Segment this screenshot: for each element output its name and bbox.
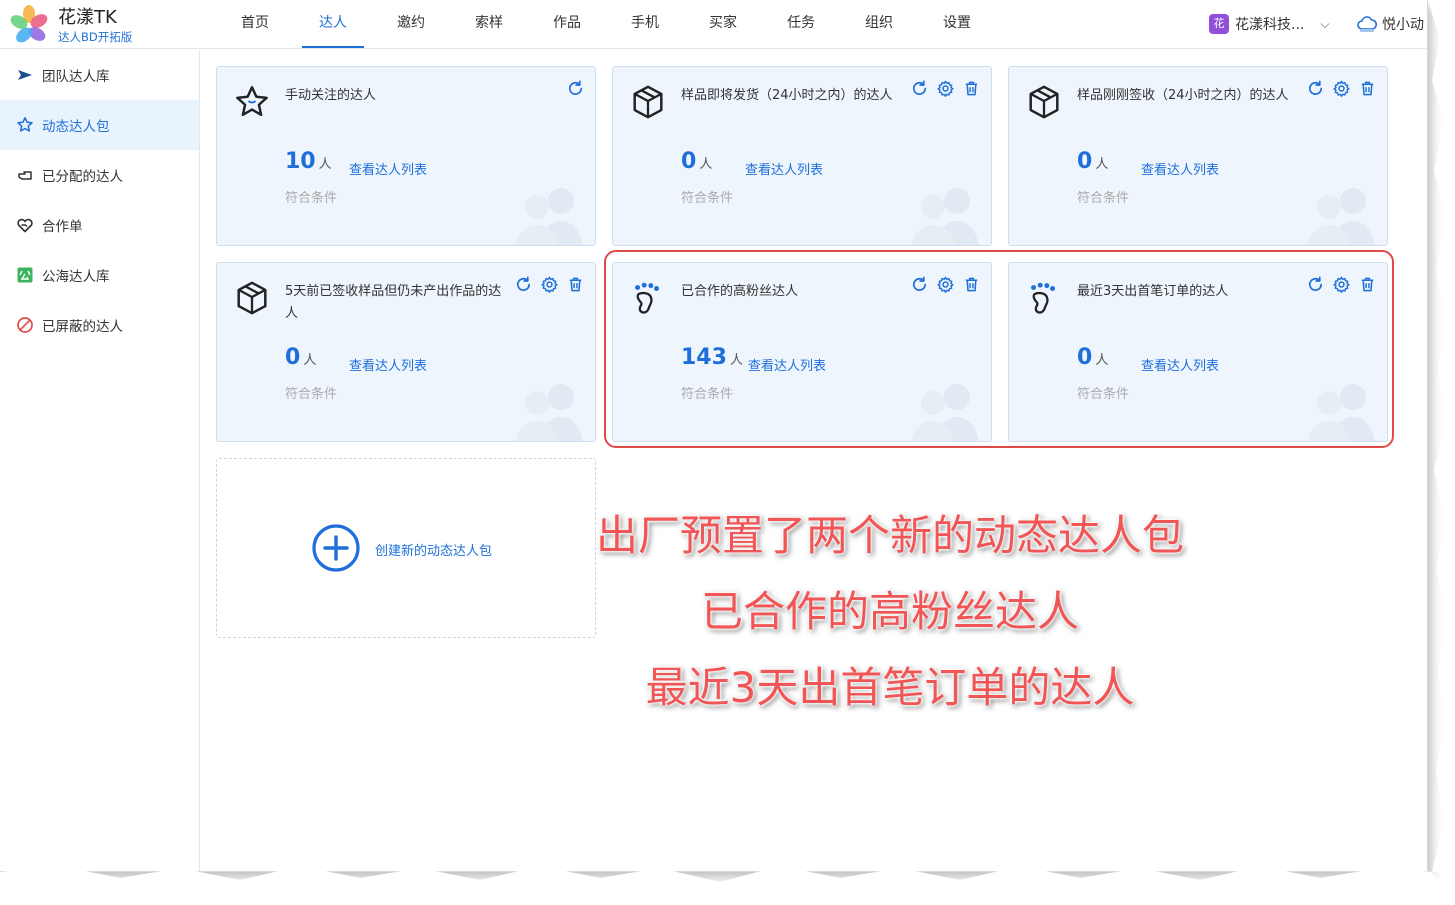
sidebar-item-cooperation[interactable]: 合作单 [0, 200, 199, 250]
sidebar-item-blocked[interactable]: 已屏蔽的达人 [0, 300, 199, 350]
pack-title: 样品刚刚签收（24小时之内）的达人 [1077, 88, 1289, 103]
app-logo [10, 5, 48, 43]
view-list-link[interactable]: 查看达人列表 [349, 355, 427, 374]
meet-condition-label: 符合条件 [1077, 191, 1130, 206]
org-switcher[interactable]: 花 花漾科技... ⌵ [1209, 14, 1329, 34]
app-window: 花漾TK 达人BD开拓版 首页 达人 邀约 索样 作品 手机 买家 任务 组织 … [0, 0, 1428, 872]
sidebar: 团队达人库 动态达人包 已分配的达人 合作单 公海达人库 已屏蔽的达人 [0, 50, 200, 871]
trash-icon[interactable] [566, 275, 585, 294]
count-value: 0 [681, 149, 697, 174]
count-unit: 人 [303, 353, 317, 368]
count-value: 10 [285, 149, 316, 174]
nav-invite[interactable]: 邀约 [372, 0, 450, 49]
sidebar-item-team-library[interactable]: 团队达人库 [0, 50, 199, 100]
card-actions [514, 275, 585, 294]
nav-tasks[interactable]: 任务 [762, 0, 840, 49]
app-subtitle: 达人BD开拓版 [58, 30, 133, 44]
main-nav: 首页 达人 邀约 索样 作品 手机 买家 任务 组织 设置 [216, 0, 996, 49]
chevron-down-icon: ⌵ [1320, 16, 1330, 31]
star-outline-icon [233, 83, 271, 121]
sidebar-item-label: 动态达人包 [42, 119, 110, 135]
star-icon [17, 117, 33, 132]
count-unit: 人 [318, 157, 332, 172]
people-watermark-icon [905, 185, 985, 246]
refresh-icon[interactable] [1306, 79, 1325, 98]
count-unit: 人 [1095, 157, 1109, 172]
refresh-icon[interactable] [910, 79, 929, 98]
nav-buyers[interactable]: 买家 [684, 0, 762, 49]
pack-card-sample-shipping[interactable]: 样品即将发货（24小时之内）的达人 0人 查看达人列表 符合条件 [612, 66, 992, 246]
view-list-link[interactable]: 查看达人列表 [745, 159, 823, 178]
nav-settings[interactable]: 设置 [918, 0, 996, 49]
sidebar-item-label: 合作单 [42, 219, 83, 235]
user-name: 悦小动 [1382, 17, 1424, 33]
annotation-line-1: 出厂预置了两个新的动态达人包 [595, 511, 1184, 560]
refresh-icon[interactable] [566, 79, 585, 98]
card-actions [910, 79, 981, 98]
sidebar-item-label: 已屏蔽的达人 [42, 319, 123, 335]
refresh-icon[interactable] [514, 275, 533, 294]
people-watermark-icon [509, 185, 589, 246]
create-pack-card[interactable]: 创建新的动态达人包 [216, 458, 596, 638]
org-badge: 花 [1209, 14, 1229, 34]
count-value: 0 [1077, 149, 1093, 174]
nav-phone[interactable]: 手机 [606, 0, 684, 49]
count-unit: 人 [699, 157, 713, 172]
gear-icon[interactable] [936, 79, 955, 98]
user-menu[interactable]: 悦小动 [1356, 14, 1424, 34]
ban-icon [17, 317, 33, 333]
people-watermark-icon [509, 381, 589, 442]
package-icon [629, 83, 667, 121]
pack-title: 5天前已签收样品但仍未产出作品的达人 [285, 284, 502, 321]
nav-creators[interactable]: 达人 [294, 0, 372, 49]
public-badge-icon [17, 267, 33, 283]
nav-samples[interactable]: 索样 [450, 0, 528, 49]
pack-card-no-works[interactable]: 5天前已签收样品但仍未产出作品的达人 0人 查看达人列表 符合条件 [216, 262, 596, 442]
annotation-line-3: 最近3天出首笔订单的达人 [645, 663, 1135, 712]
gear-icon[interactable] [540, 275, 559, 294]
app-title: 花漾TK [58, 7, 117, 28]
gear-icon[interactable] [1332, 79, 1351, 98]
pack-count: 10 人 [285, 149, 332, 174]
org-name: 花漾科技... [1235, 17, 1305, 33]
trash-icon[interactable] [962, 79, 981, 98]
package-icon [233, 279, 271, 317]
handshake-heart-icon [17, 218, 33, 233]
sidebar-item-label: 团队达人库 [42, 69, 110, 85]
sidebar-item-dynamic-packs[interactable]: 动态达人包 [0, 100, 199, 150]
top-header: 花漾TK 达人BD开拓版 首页 达人 邀约 索样 作品 手机 买家 任务 组织 … [0, 0, 1427, 49]
plus-circle-icon [312, 524, 360, 572]
cloud-user-icon [1357, 16, 1378, 32]
pack-title: 样品即将发货（24小时之内）的达人 [681, 88, 893, 103]
pack-count: 0人 [1077, 149, 1108, 174]
meet-condition-label: 符合条件 [681, 191, 734, 206]
package-icon [1025, 83, 1063, 121]
create-pack-label: 创建新的动态达人包 [375, 544, 493, 559]
trash-icon[interactable] [1358, 79, 1377, 98]
pack-card-manual-follow[interactable]: 手动关注的达人 10 人 查看达人列表 符合条件 [216, 66, 596, 246]
sidebar-item-label: 公海达人库 [42, 269, 110, 285]
pack-count: 0人 [681, 149, 712, 174]
count-value: 0 [285, 345, 301, 370]
view-list-link[interactable]: 查看达人列表 [1141, 159, 1219, 178]
people-watermark-icon [1301, 185, 1381, 246]
nav-works[interactable]: 作品 [528, 0, 606, 49]
sidebar-item-assigned[interactable]: 已分配的达人 [0, 150, 199, 200]
annotation-line-2: 已合作的高粉丝达人 [700, 587, 1079, 636]
sidebar-item-public-library[interactable]: 公海达人库 [0, 250, 199, 300]
meet-condition-label: 符合条件 [285, 387, 338, 402]
card-actions [1306, 79, 1377, 98]
sidebar-item-label: 已分配的达人 [42, 169, 123, 185]
pack-count: 0人 [285, 345, 316, 370]
card-actions [566, 79, 585, 98]
highlight-box [604, 250, 1394, 448]
hand-point-icon [18, 171, 32, 180]
nav-home[interactable]: 首页 [216, 0, 294, 49]
pack-card-sample-received[interactable]: 样品刚刚签收（24小时之内）的达人 0人 查看达人列表 符合条件 [1008, 66, 1388, 246]
pack-title: 手动关注的达人 [285, 88, 377, 103]
plane-icon [18, 70, 32, 80]
view-list-link[interactable]: 查看达人列表 [349, 159, 427, 178]
meet-condition-label: 符合条件 [285, 191, 338, 206]
nav-org[interactable]: 组织 [840, 0, 918, 49]
